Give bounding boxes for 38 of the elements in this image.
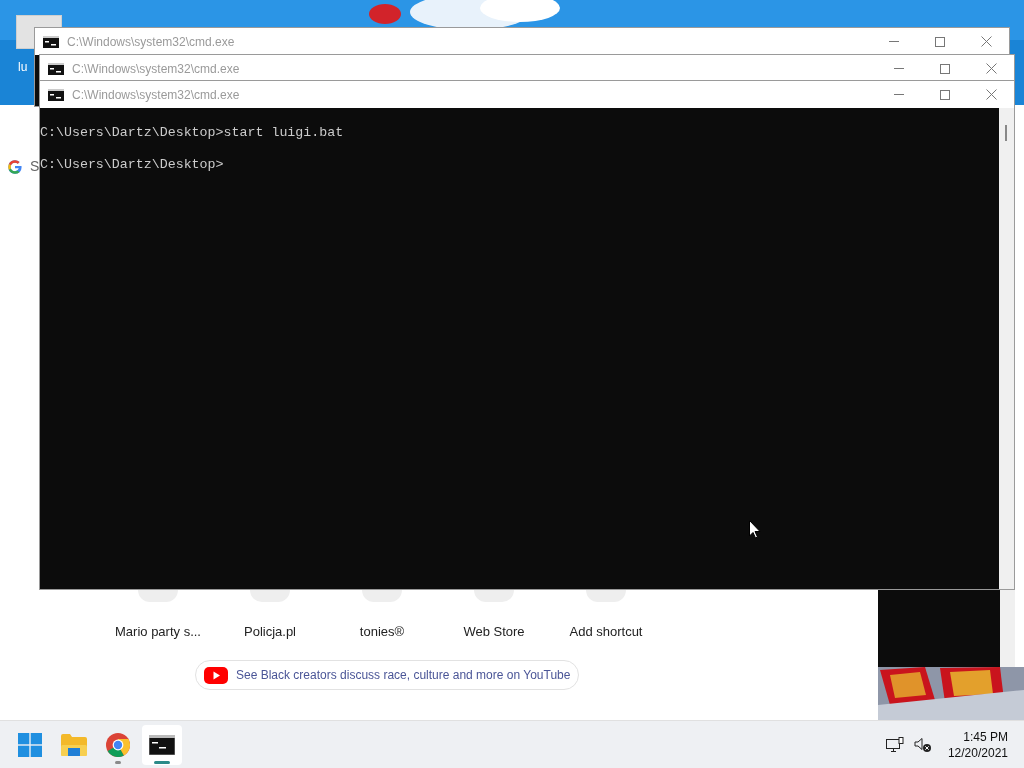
close-icon — [980, 36, 992, 47]
shortcut-label[interactable]: Policja.pl — [244, 622, 296, 642]
mouse-cursor-icon — [749, 520, 761, 539]
window-title: C:\Windows\system32\cmd.exe — [72, 86, 240, 104]
terminal-icon — [48, 88, 64, 101]
google-logo-icon — [8, 159, 22, 174]
promo-link[interactable]: See Black creators discuss race, culture and more on YouTube — [195, 660, 580, 690]
console-line: C:\Users\Dartz\Desktop> — [40, 157, 225, 173]
chrome-logo-icon — [106, 732, 130, 757]
terminal-icon — [43, 35, 59, 48]
windows-logo-icon — [18, 732, 42, 757]
minimize-icon — [894, 68, 904, 69]
minimize-icon — [889, 41, 899, 42]
volume-muted-icon[interactable] — [913, 736, 932, 753]
maximize-icon — [935, 36, 945, 47]
shortcut-label[interactable]: Add shortcut — [569, 622, 643, 642]
window-title: C:\Windows\system32\cmd.exe — [72, 60, 240, 78]
shortcut-label[interactable]: Mario party s... — [115, 622, 201, 642]
taskbar-button[interactable] — [142, 724, 182, 765]
close-icon — [985, 63, 997, 74]
maximize-icon — [940, 89, 950, 100]
scrollbar[interactable] — [999, 108, 1014, 589]
clock-date[interactable]: 12/20/2021 — [947, 744, 1008, 761]
close-icon — [985, 89, 997, 100]
network-icon[interactable] — [885, 736, 904, 753]
shortcut-label[interactable]: Web Store — [463, 622, 525, 642]
play-icon — [204, 666, 228, 684]
search-field[interactable]: S — [30, 156, 40, 177]
desktop-icon-label[interactable]: lu — [18, 58, 28, 76]
console-line: C:\Users\Dartz\Desktop>start luigi.bat — [40, 125, 345, 141]
shortcut-label[interactable]: tonies® — [359, 622, 405, 642]
maximize-icon — [940, 63, 950, 74]
clock-time[interactable]: 1:45 PM — [963, 728, 1008, 745]
window-title: C:\Windows\system32\cmd.exe — [67, 33, 235, 51]
folder-icon — [61, 733, 87, 756]
minimize-icon — [894, 94, 904, 95]
terminal-icon — [149, 734, 175, 755]
terminal-icon — [48, 62, 64, 75]
